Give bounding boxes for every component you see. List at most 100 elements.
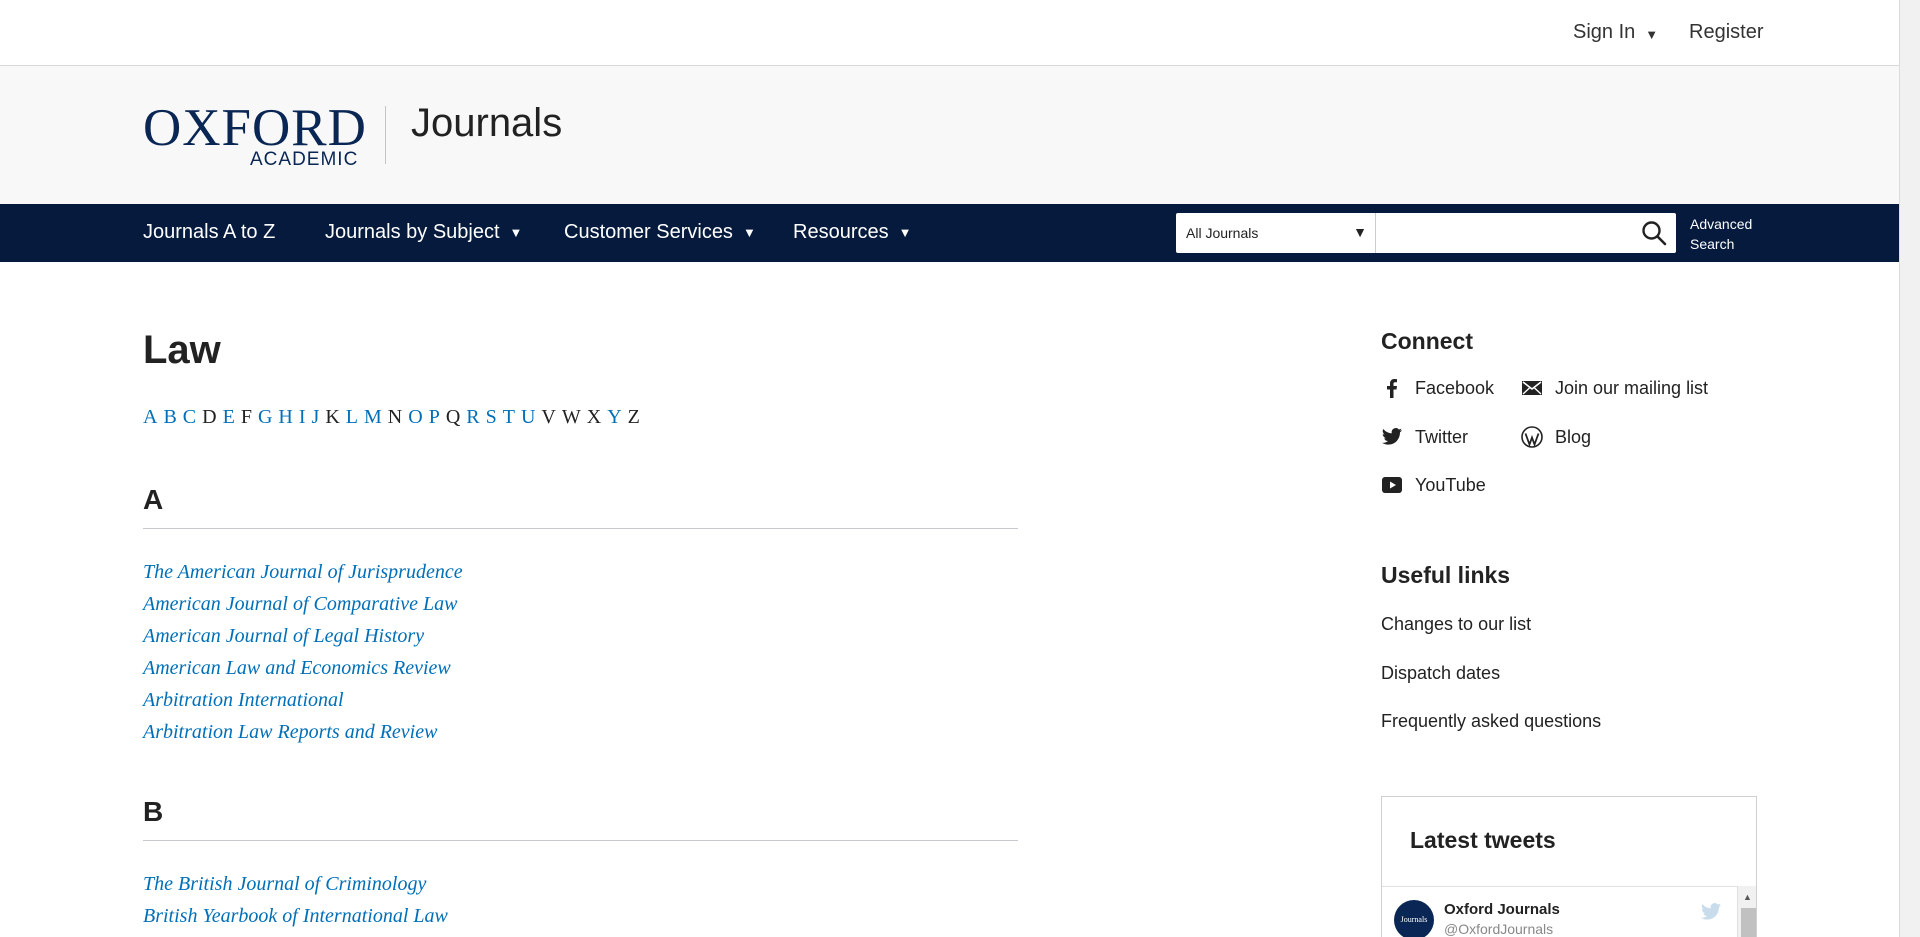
scrollbar-thumb[interactable]	[1741, 908, 1756, 937]
page-scrollbar[interactable]	[1899, 0, 1920, 937]
main-nav: Journals A to Z Journals by Subject ▼ Cu…	[0, 204, 1899, 262]
alphabet-letter-b[interactable]: B	[163, 406, 176, 429]
journal-link[interactable]: American Journal of Legal History	[143, 625, 424, 647]
journal-link[interactable]: American Law and Economics Review	[143, 657, 451, 679]
facebook-label: Facebook	[1415, 377, 1495, 398]
mailing-list-label: Join our mailing list	[1555, 377, 1709, 398]
alphabet-letter-v: V	[541, 406, 556, 428]
nav-customer-services[interactable]: Customer Services ▼	[564, 221, 756, 244]
journal-link[interactable]: Arbitration International	[143, 689, 344, 711]
journal-link[interactable]: Arbitration Law Reports and Review	[143, 721, 437, 743]
alphabet-letter-o[interactable]: O	[408, 406, 422, 429]
nav-label: Customer Services	[564, 221, 733, 243]
twitter-icon	[1381, 428, 1403, 445]
journal-link[interactable]: The American Journal of Jurisprudence	[143, 561, 463, 583]
sign-in-menu[interactable]: Sign In ▼	[1573, 21, 1658, 44]
facebook-icon	[1387, 379, 1397, 398]
page-title: Law	[143, 328, 221, 372]
alphabet-letter-r[interactable]: R	[466, 406, 479, 429]
search-icon[interactable]	[1641, 220, 1667, 246]
search-scope-select[interactable]: All Journals ▼	[1176, 213, 1376, 253]
alphabet-letter-y[interactable]: Y	[607, 406, 621, 429]
alphabet-letter-w: W	[561, 406, 581, 428]
alphabet-letter-u[interactable]: U	[521, 406, 535, 429]
youtube-label: YouTube	[1415, 474, 1486, 495]
nav-journals-by-subject[interactable]: Journals by Subject ▼	[325, 221, 522, 244]
section-a: A The American Journal of Jurisprudence …	[143, 484, 1018, 748]
page: Sign In ▼ Register OXFORD ACADEMIC Journ…	[0, 0, 1899, 937]
logo-main-text: OXFORD	[143, 99, 367, 157]
mailing-list-link[interactable]: Join our mailing list	[1521, 377, 1708, 399]
journal-list: The British Journal of Criminology Briti…	[143, 868, 1018, 932]
search-input[interactable]	[1376, 213, 1676, 253]
alphabet-letter-q: Q	[445, 406, 461, 428]
list-item: American Journal of Comparative Law	[143, 588, 1018, 620]
connect-heading: Connect	[1381, 328, 1473, 354]
facebook-link[interactable]: Facebook	[1381, 377, 1494, 399]
nav-label: Journals by Subject	[325, 221, 500, 243]
alphabet-letter-c[interactable]: C	[183, 406, 196, 429]
tweet-account-name[interactable]: Oxford Journals	[1444, 901, 1560, 918]
youtube-link[interactable]: YouTube	[1381, 474, 1486, 496]
youtube-icon	[1382, 477, 1402, 493]
useful-link[interactable]: Changes to our list	[1381, 614, 1531, 635]
caret-down-icon: ▼	[898, 225, 912, 240]
alphabet-letter-g[interactable]: G	[258, 406, 272, 429]
blog-link[interactable]: Blog	[1521, 426, 1591, 448]
section-heading: A	[143, 484, 1018, 529]
site-title[interactable]: Journals	[411, 101, 562, 146]
useful-link[interactable]: Dispatch dates	[1381, 663, 1500, 684]
avatar[interactable]: Journals	[1394, 900, 1434, 937]
scroll-up-icon[interactable]: ▲	[1743, 892, 1752, 902]
caret-down-icon: ▼	[1353, 224, 1367, 240]
alphabet-letter-i[interactable]: I	[299, 406, 306, 429]
alphabet-letter-m[interactable]: M	[364, 406, 382, 429]
list-item: The American Journal of Jurisprudence	[143, 556, 1018, 588]
alphabet-nav: ABCDEFGHIJKLMNOPQRSTUVWXYZ	[143, 406, 640, 429]
brand-bar: OXFORD ACADEMIC Journals	[0, 66, 1899, 204]
useful-link[interactable]: Frequently asked questions	[1381, 711, 1601, 732]
divider	[1382, 886, 1756, 887]
advanced-search-line1: Advanced	[1690, 216, 1753, 232]
alphabet-letter-f: F	[240, 406, 252, 428]
list-item: Arbitration International	[143, 684, 1018, 716]
nav-journals-a-to-z[interactable]: Journals A to Z	[143, 221, 275, 244]
latest-tweets-heading: Latest tweets	[1410, 827, 1556, 853]
caret-down-icon: ▼	[1645, 26, 1659, 42]
register-link[interactable]: Register	[1689, 21, 1763, 44]
alphabet-letter-h[interactable]: H	[278, 406, 292, 429]
sign-in-label: Sign In	[1573, 21, 1636, 43]
alphabet-letter-x: X	[586, 406, 602, 428]
tweets-scrollbar[interactable]: ▲	[1737, 886, 1756, 937]
tweet-account-handle[interactable]: @OxfordJournals	[1444, 921, 1553, 937]
caret-down-icon: ▼	[509, 225, 523, 240]
journal-link[interactable]: British Yearbook of International Law	[143, 905, 448, 927]
caret-down-icon: ▼	[742, 225, 756, 240]
oxford-academic-logo[interactable]: OXFORD ACADEMIC	[143, 99, 367, 171]
advanced-search-line2: Search	[1690, 236, 1735, 252]
twitter-label: Twitter	[1415, 426, 1469, 447]
journal-link[interactable]: American Journal of Comparative Law	[143, 593, 457, 615]
alphabet-letter-e[interactable]: E	[223, 406, 235, 429]
search-scope-value: All Journals	[1186, 225, 1259, 241]
alphabet-letter-s[interactable]: S	[486, 406, 497, 429]
nav-label: Journals A to Z	[143, 221, 276, 243]
list-item: Arbitration Law Reports and Review	[143, 716, 1018, 748]
section-heading: B	[143, 796, 1018, 841]
alphabet-letter-a[interactable]: A	[143, 406, 157, 429]
nav-label: Resources	[793, 221, 889, 243]
alphabet-letter-j[interactable]: J	[312, 406, 320, 429]
list-item: American Journal of Legal History	[143, 620, 1018, 652]
alphabet-letter-l[interactable]: L	[346, 406, 358, 429]
journal-link[interactable]: The British Journal of Criminology	[143, 873, 426, 895]
envelope-icon	[1522, 381, 1542, 395]
twitter-link[interactable]: Twitter	[1381, 426, 1468, 448]
alphabet-letter-p[interactable]: P	[429, 406, 440, 429]
list-item: The British Journal of Criminology	[143, 868, 1018, 900]
wordpress-icon	[1521, 426, 1543, 448]
latest-tweets-widget: Latest tweets Journals Oxford Journals @…	[1381, 796, 1757, 937]
nav-resources[interactable]: Resources ▼	[793, 221, 911, 244]
advanced-search-link[interactable]: Advanced Search	[1690, 214, 1752, 254]
logo-sub-text: ACADEMIC	[250, 149, 359, 170]
alphabet-letter-t[interactable]: T	[503, 406, 515, 429]
